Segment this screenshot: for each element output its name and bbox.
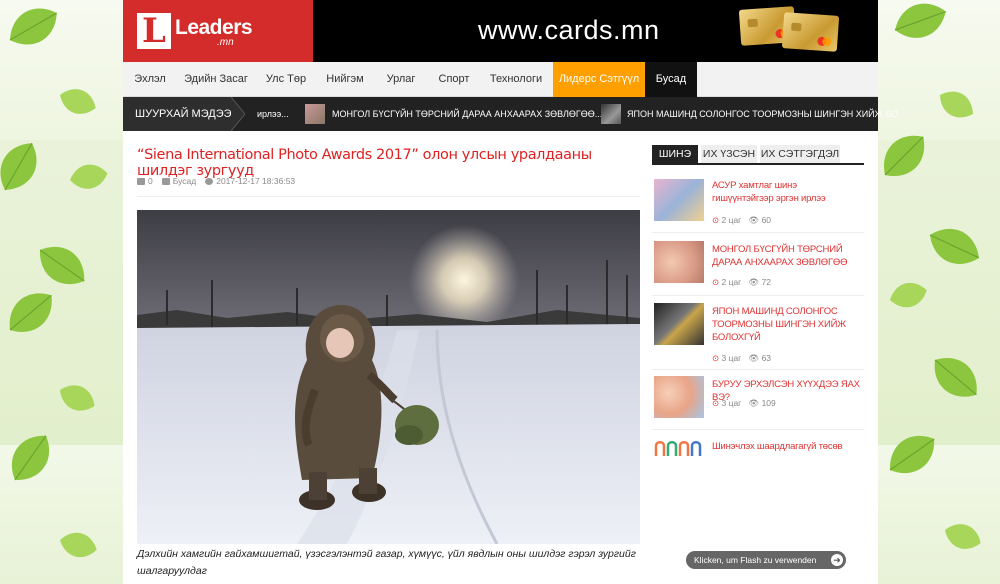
logo-domain: .mn [217, 37, 234, 48]
divider [137, 196, 640, 197]
article-meta: 0 Бусад 2017-12-17 18:36:53 [137, 176, 304, 186]
nav-item-home[interactable]: Эхлэл [123, 62, 177, 97]
ticker-label: ШУУРХАЙ МЭДЭЭ [123, 97, 233, 131]
nav-item-other[interactable]: Бусад [645, 62, 697, 97]
nav-item-politics[interactable]: Улс Төр [255, 62, 317, 97]
sidebar-article[interactable]: Шинэчлэх шаардлагагүй төсөв [652, 436, 864, 460]
sidebar-article[interactable]: ЯПОН МАШИНД СОЛОНГОС ТООРМОЗНЫ ШИНГЭН ХИ… [652, 300, 864, 370]
sidebar-article-title[interactable]: ЯПОН МАШИНД СОЛОНГОС ТООРМОЗНЫ ШИНГЭН ХИ… [712, 305, 860, 344]
breaking-news-ticker: ШУУРХАЙ МЭДЭЭ ирлээ... МОНГОЛ БҮСГҮЙН ТӨ… [123, 97, 898, 131]
article-photo [137, 210, 640, 544]
sidebar-article[interactable]: МОНГОЛ БҮСГҮЙН ТӨРСНИЙ ДАРАА АНХААРАХ ЗӨ… [652, 238, 864, 296]
article-category[interactable]: Бусад [161, 176, 196, 186]
sidebar-article-title[interactable]: МОНГОЛ БҮСГҮЙН ТӨРСНИЙ ДАРАА АНХААРАХ ЗӨ… [712, 243, 860, 269]
article-thumbnail [654, 241, 704, 283]
clock-icon: ⊙ [712, 215, 720, 225]
page-container: L Leaders .mn www.cards.mn Эхлэл Эдийн З… [123, 0, 898, 584]
sidebar-tabs: ШИНЭ ИХ ҮЗСЭН ИХ СЭТГЭГДЭЛ [652, 145, 864, 165]
sidebar-article-meta: ⊙ 3 цаг 👁 109 [712, 398, 776, 408]
sidebar-article[interactable]: БУРУУ ЭРХЭЛСЭН ХҮҮХДЭЭ ЯАХ ВЭ? ⊙ 3 цаг 👁… [652, 374, 864, 430]
credit-card-image [781, 12, 840, 52]
site-logo[interactable]: L Leaders .mn [123, 0, 313, 62]
sidebar-article-title[interactable]: АСУР хамтлаг шинэ гишүүнтэйгээр эргэн ир… [712, 179, 860, 205]
chevron-right-icon [231, 97, 245, 131]
nav-item-technology[interactable]: Технологи [479, 62, 553, 97]
ad-banner[interactable]: www.cards.mn [313, 0, 878, 62]
sidebar-article-meta: ⊙ 2 цаг 👁 60 [712, 215, 772, 225]
eye-icon: 👁 [748, 353, 760, 363]
article-datetime: 2017-12-17 18:36:53 [205, 176, 295, 186]
article-thumbnail [654, 179, 704, 221]
tab-most-commented[interactable]: ИХ СЭТГЭГДЭЛ [760, 145, 840, 163]
clock-icon: ⊙ [712, 398, 720, 408]
logo-name: Leaders [175, 15, 253, 39]
eye-icon: 👁 [748, 398, 760, 408]
eye-icon: 👁 [748, 215, 760, 225]
flash-button-label: Klicken, um Flash zu verwenden [694, 555, 817, 565]
ticker-item[interactable]: МОНГОЛ БҮСГҮЙН ТӨРСНИЙ ДАРАА АНХААРАХ ЗӨ… [332, 97, 602, 131]
article-thumbnail [654, 376, 704, 418]
site-header: L Leaders .mn www.cards.mn [123, 0, 878, 62]
sidebar-article-title[interactable]: Шинэчлэх шаардлагагүй төсөв [712, 440, 860, 453]
article-thumbnail [654, 438, 704, 458]
sidebar-article-meta: ⊙ 3 цаг 👁 63 [712, 353, 772, 363]
eye-icon: 👁 [748, 277, 760, 287]
clock-icon [205, 177, 214, 185]
flash-activate-button[interactable]: Klicken, um Flash zu verwenden ➜ [686, 551, 846, 569]
comment-count[interactable]: 0 [137, 176, 153, 186]
clock-icon: ⊙ [712, 277, 720, 287]
banner-url: www.cards.mn [478, 15, 660, 45]
nav-item-sport[interactable]: Спорт [429, 62, 479, 97]
sidebar-article-meta: ⊙ 2 цаг 👁 72 [712, 277, 772, 287]
clock-icon: ⊙ [712, 353, 720, 363]
photo-caption: Дэлхийн хамгийн гайхамшигтай, үзэсгэлэнт… [137, 548, 636, 577]
nav-item-economy[interactable]: Эдийн Засаг [177, 62, 255, 97]
nav-item-society[interactable]: Нийгэм [317, 62, 373, 97]
logo-mark: L [137, 13, 171, 49]
tab-most-viewed[interactable]: ИХ ҮЗСЭН [701, 145, 757, 163]
ticker-item[interactable]: ЯПОН МАШИНД СОЛОНГОС ТООРМОЗНЫ ШИНГЭН ХИ… [627, 97, 898, 131]
article-thumbnail [654, 303, 704, 345]
nav-item-art[interactable]: Урлаг [373, 62, 429, 97]
tab-new[interactable]: ШИНЭ [652, 145, 698, 163]
ticker-thumbnail [305, 104, 325, 124]
comment-icon [137, 177, 145, 185]
ticker-thumbnail [601, 104, 621, 124]
main-nav: Эхлэл Эдийн Засаг Улс Төр Нийгэм Урлаг С… [123, 62, 878, 97]
ticker-item[interactable]: ирлээ... [257, 97, 289, 131]
arrow-right-icon: ➜ [831, 554, 843, 566]
nav-item-magazine[interactable]: Лидерс Сэтгүүл [553, 62, 645, 97]
sidebar-article[interactable]: АСУР хамтлаг шинэ гишүүнтэйгээр эргэн ир… [652, 176, 864, 233]
article-title[interactable]: “Siena International Photo Awards 2017” … [137, 147, 637, 179]
folder-icon [161, 177, 170, 185]
